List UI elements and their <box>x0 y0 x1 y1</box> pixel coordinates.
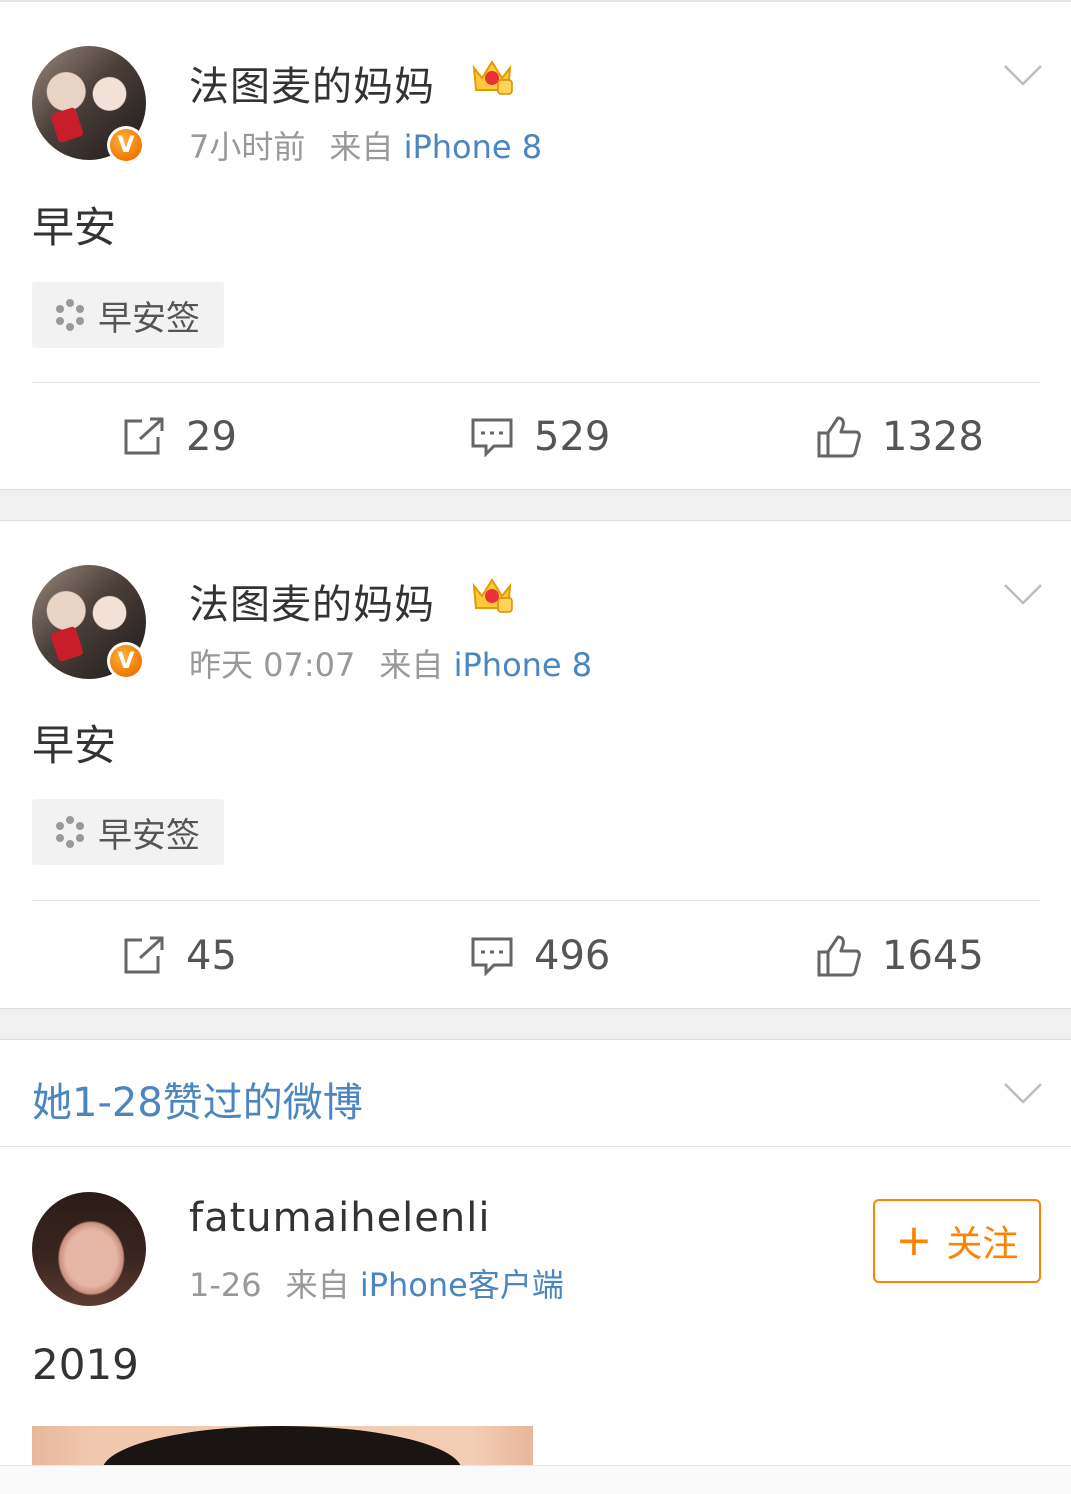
post-text: 早安 <box>32 203 117 252</box>
post-divider <box>32 382 1040 383</box>
tag-label: 早安签 <box>98 298 200 339</box>
repost-button[interactable]: 29 <box>122 414 237 460</box>
follow-button[interactable]: + 关注 <box>873 1199 1041 1283</box>
feed-gap <box>0 489 1071 521</box>
liked-section-title[interactable]: 她1-28赞过的微博 <box>32 1070 363 1128</box>
repost-icon <box>124 417 164 455</box>
repost-icon <box>124 936 164 974</box>
liked-section-header[interactable]: 她1-28赞过的微博 <box>0 1040 1071 1146</box>
comment-button[interactable]: 529 <box>470 414 610 460</box>
post-source[interactable]: iPhone 8 <box>454 646 593 684</box>
like-count: 1328 <box>882 414 984 460</box>
repost-button[interactable]: 45 <box>122 933 237 979</box>
like-count: 1645 <box>882 933 984 979</box>
post-meta: 昨天 07:07 来自 iPhone 8 <box>189 640 592 686</box>
bottom-bar <box>0 1465 1071 1494</box>
comment-count: 529 <box>534 414 611 460</box>
tag-label: 早安签 <box>98 815 200 856</box>
comment-icon <box>471 937 513 976</box>
feed-gap <box>0 1008 1071 1040</box>
like-button[interactable]: 1328 <box>816 414 984 460</box>
topic-tag[interactable]: 早安签 <box>32 282 224 348</box>
post-meta: 1-26 来自 iPhone客户端 <box>189 1260 564 1306</box>
repost-count: 45 <box>186 933 237 979</box>
repost-count: 29 <box>186 414 237 460</box>
post-time: 7小时前 <box>189 128 306 166</box>
post-time: 昨天 07:07 <box>189 646 356 684</box>
crown-icon[interactable] <box>470 56 514 96</box>
like-icon <box>817 935 861 977</box>
post-divider <box>32 900 1040 901</box>
avatar[interactable] <box>32 1192 146 1306</box>
username[interactable]: 法图麦的妈妈 <box>189 572 435 630</box>
verified-badge: V <box>107 126 145 164</box>
username[interactable]: 法图麦的妈妈 <box>189 54 435 112</box>
feed-post-1: V 法图麦的妈妈 7小时前 来自 iPhone 8 早安 早安签 29 529 … <box>0 2 1071 489</box>
source-prefix: 来自 <box>285 1266 350 1304</box>
chevron-down-icon[interactable] <box>1003 64 1043 86</box>
chevron-down-icon[interactable] <box>1003 1082 1043 1104</box>
topic-tag[interactable]: 早安签 <box>32 799 224 865</box>
comment-button[interactable]: 496 <box>470 933 610 979</box>
tag-icon <box>56 816 84 848</box>
comment-count: 496 <box>534 933 611 979</box>
chevron-down-icon[interactable] <box>1003 583 1043 605</box>
post-source[interactable]: iPhone 8 <box>404 128 543 166</box>
section-divider <box>0 1146 1071 1147</box>
post-meta: 7小时前 来自 iPhone 8 <box>189 122 542 168</box>
post-source[interactable]: iPhone客户端 <box>360 1266 564 1304</box>
feed-post-2: V 法图麦的妈妈 昨天 07:07 来自 iPhone 8 早安 早安签 45 <box>0 521 1071 1008</box>
crown-icon[interactable] <box>470 574 514 614</box>
like-button[interactable]: 1645 <box>816 933 984 979</box>
comment-icon <box>471 418 513 457</box>
post-image[interactable] <box>32 1426 533 1466</box>
plus-icon: + <box>895 1215 933 1266</box>
source-prefix: 来自 <box>379 646 444 684</box>
follow-label: 关注 <box>946 1224 1019 1265</box>
post-text: 2019 <box>32 1340 139 1389</box>
post-time: 1-26 <box>189 1266 262 1304</box>
username[interactable]: fatumaihelenli <box>189 1195 490 1241</box>
verified-badge: V <box>107 642 145 680</box>
tag-icon <box>56 299 84 331</box>
post-text: 早安 <box>32 721 117 770</box>
source-prefix: 来自 <box>329 128 394 166</box>
like-icon <box>817 416 861 458</box>
